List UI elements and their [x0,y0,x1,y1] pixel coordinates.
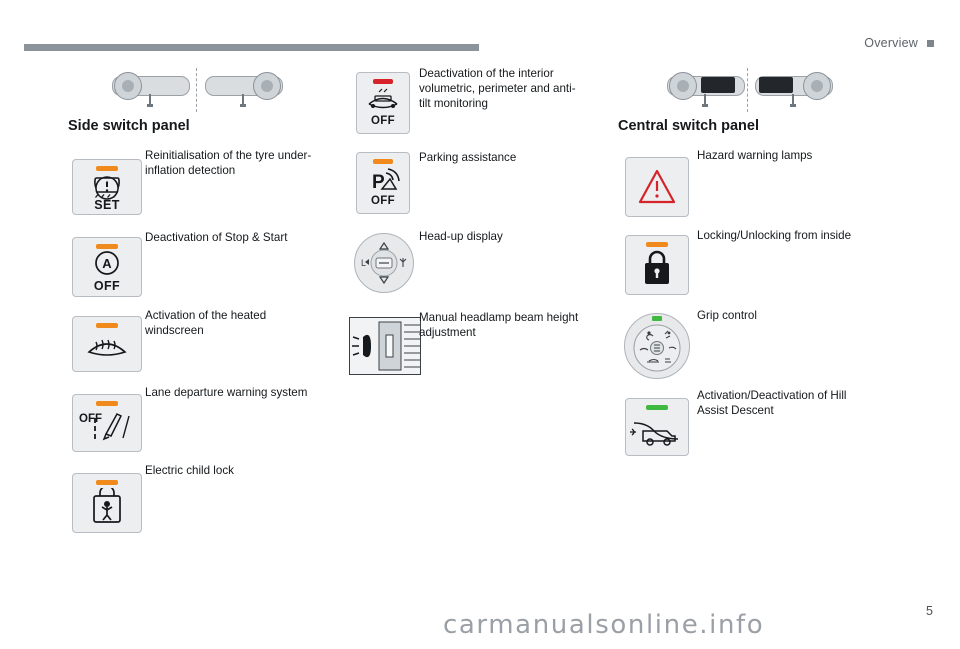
header-rule [24,44,479,51]
caption-hill-assist-descent: Activation/Deactivation of Hill Assist D… [697,389,847,417]
button-tyre-pressure-reinit[interactable]: SET [72,159,142,215]
button-electric-child-lock[interactable] [72,473,142,533]
page-title-side-switch-panel: Side switch panel [68,118,190,134]
head-up-display-icon: L [361,241,407,285]
led-indicator-red [373,79,393,84]
lane-departure-icon [94,413,130,441]
wheel-divider-central [747,68,748,112]
caption-central-locking: Locking/Unlocking from inside [697,229,852,242]
svg-text:P: P [372,172,385,193]
svg-text:A: A [102,256,112,271]
led-indicator-orange [96,480,118,485]
led-indicator-orange [96,323,118,328]
caption-lane-departure-warning: Lane departure warning system [145,386,308,399]
button-label-set: SET [94,198,120,212]
wheel-left-side [110,70,190,110]
child-lock-icon [93,488,121,523]
page-number: 5 [926,604,933,618]
hazard-triangle-icon [638,169,676,204]
central-steering-wheel-illustration [665,68,833,112]
button-label-off: OFF [371,195,395,207]
hill-assist-descent-icon [630,422,679,446]
control-head-up-display[interactable]: L [354,233,414,293]
headlamp-beam-height-icon [349,317,421,375]
stop-start-icon: A [95,251,119,275]
parking-assistance-icon: P [372,168,400,193]
section-header-label: Overview [864,36,918,50]
led-indicator-orange [96,244,118,249]
lock-icon [645,250,669,284]
button-central-locking[interactable] [625,235,689,295]
caption-headlamp-beam-height: Manual headlamp beam height adjustment [419,311,579,339]
grip-control-icon [633,316,681,372]
caption-heated-windscreen: Activation of the heated windscreen [145,309,267,337]
caption-alarm-monitoring-deactivation: Deactivation of the interior volumetric,… [419,67,576,110]
wheel-left-central [665,70,745,110]
caption-hazard-warning-lamps: Hazard warning lamps [697,149,813,162]
wheel-right-side [205,70,285,110]
led-indicator-green [646,405,668,410]
header-square-marker [927,40,934,47]
caption-stop-start-deactivation: Deactivation of Stop & Start [145,231,288,244]
alarm-monitoring-icon [368,88,398,109]
led-indicator-orange [646,242,668,247]
caption-electric-child-lock: Electric child lock [145,464,234,477]
control-grip-control[interactable] [624,313,690,379]
button-label-off: OFF [371,115,395,127]
wheel-right-central [755,70,835,110]
led-indicator-orange [373,159,393,164]
page-title-central-switch-panel: Central switch panel [618,118,760,134]
button-lane-departure-warning[interactable]: OFF [72,394,142,452]
wheel-divider [196,68,197,112]
control-headlamp-beam-height[interactable] [349,317,421,375]
button-alarm-monitoring-deactivation[interactable]: OFF [356,72,410,134]
button-hill-assist-descent[interactable] [625,398,689,456]
side-steering-wheel-illustration [110,68,285,112]
caption-grip-control: Grip control [697,309,757,322]
caption-head-up-display: Head-up display [419,230,503,243]
led-indicator-orange [96,401,118,406]
button-label-off: OFF [93,279,121,293]
button-stop-start-deactivation[interactable]: A OFF [72,237,142,297]
watermark: carmanualsonline.info [443,610,765,640]
manual-page: Overview Side switch panel Central switc… [0,0,960,649]
caption-parking-assistance: Parking assistance [419,151,517,164]
svg-text:L: L [361,258,366,268]
button-heated-windscreen[interactable] [72,316,142,372]
button-parking-assistance[interactable]: P OFF [356,152,410,214]
heated-windscreen-icon [87,339,127,356]
button-hazard-warning-lamps[interactable] [625,157,689,217]
caption-tyre-pressure-reinit: Reinitialisation of the tyre under- infl… [145,149,312,177]
